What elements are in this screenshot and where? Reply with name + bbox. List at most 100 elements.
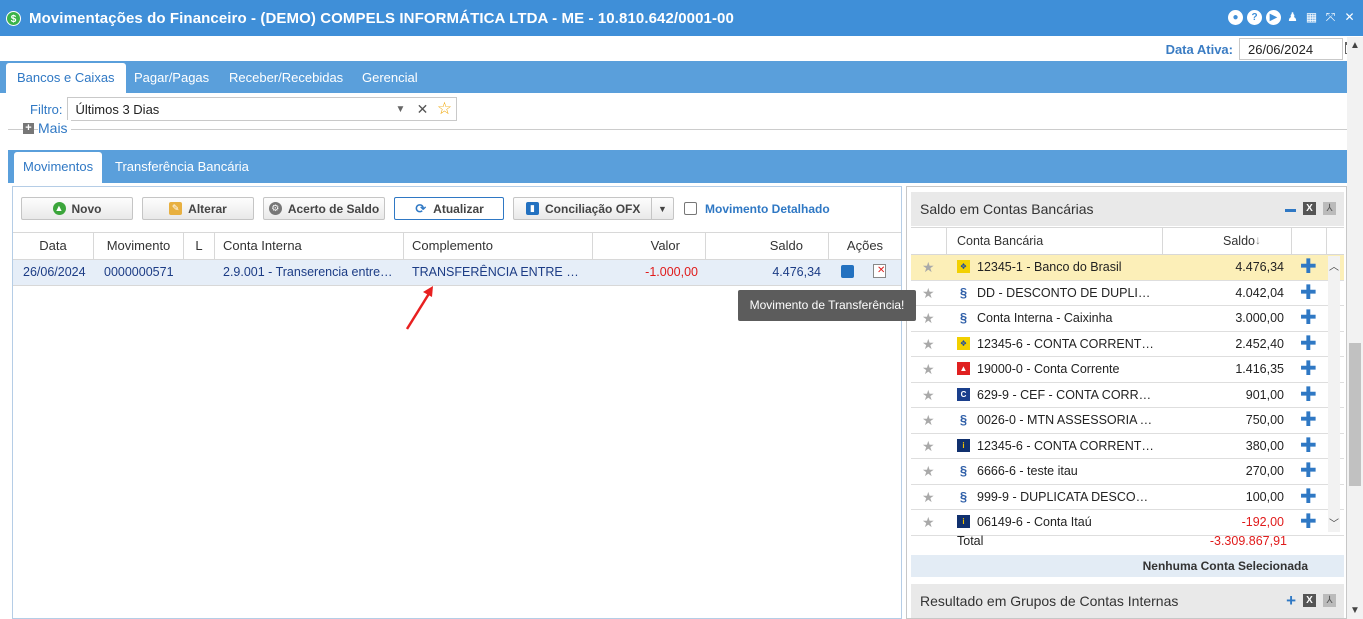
add-plus-icon[interactable]: ✚ bbox=[1300, 257, 1317, 277]
conciliacao-ofx-button[interactable]: ▮ Conciliação OFX ▼ bbox=[513, 197, 674, 220]
list-item[interactable]: ★ ▲ 19000-0 - Conta Corrente 1.416,35 ✚ bbox=[911, 357, 1344, 383]
add-plus-icon[interactable]: ✚ bbox=[1300, 487, 1317, 507]
add-plus-icon[interactable]: ✚ bbox=[1300, 461, 1317, 481]
add-plus-icon[interactable]: ✚ bbox=[1300, 359, 1317, 379]
novo-button[interactable]: ▲ Novo bbox=[21, 197, 133, 220]
filter-value[interactable]: Últimos 3 Dias bbox=[68, 102, 390, 117]
sort-down-icon[interactable]: ↓ bbox=[1255, 233, 1261, 247]
col-data[interactable]: Data bbox=[13, 233, 94, 260]
col-saldo[interactable]: Saldo bbox=[706, 233, 829, 260]
bank-logo-icon: § bbox=[959, 412, 968, 427]
add-plus-icon[interactable]: ✚ bbox=[1300, 334, 1317, 354]
favorite-star-icon[interactable]: ★ bbox=[922, 336, 935, 353]
total-row: Total -3.309.867,91 bbox=[911, 532, 1321, 552]
add-plus-icon[interactable]: ✚ bbox=[1300, 308, 1317, 328]
col-complemento[interactable]: Complemento bbox=[404, 233, 593, 260]
favorite-star-icon[interactable]: ☆ bbox=[434, 99, 456, 119]
excel-icon[interactable]: X bbox=[1303, 594, 1316, 607]
no-account-selected: Nenhuma Conta Selecionada bbox=[911, 555, 1344, 577]
fullscreen-icon[interactable]: ⤧ bbox=[1323, 10, 1338, 25]
list-item[interactable]: ★ § DD - DESCONTO DE DUPLICATAS 4.042,04 ✚ bbox=[911, 281, 1344, 306]
table-row[interactable]: 26/06/2024 0000000571 2.9.001 - Transere… bbox=[13, 260, 901, 286]
col-conta-bancaria[interactable]: Conta Bancária bbox=[947, 228, 1163, 255]
col-conta-interna[interactable]: Conta Interna bbox=[215, 233, 404, 260]
col-valor[interactable]: Valor bbox=[593, 233, 706, 260]
list-item[interactable]: ★ C 629-9 - CEF - CONTA CORRENTE 901,00 ✚ bbox=[911, 383, 1344, 408]
bell-icon[interactable]: ♟ bbox=[1285, 10, 1300, 25]
add-plus-icon[interactable]: ✚ bbox=[1300, 283, 1317, 303]
cell-conta-interna: 2.9.001 - Transerencia entre contas bbox=[223, 265, 404, 279]
add-plus-icon[interactable]: ✚ bbox=[1300, 512, 1317, 532]
col-l[interactable]: L bbox=[184, 233, 215, 260]
list-item[interactable]: ★ § Conta Interna - Caixinha 3.000,00 ✚ bbox=[911, 306, 1344, 332]
tab-gerencial[interactable]: Gerencial bbox=[351, 63, 429, 93]
list-item[interactable]: ★ § 6666-6 - teste itau 270,00 ✚ bbox=[911, 459, 1344, 485]
play-icon[interactable]: ▶ bbox=[1266, 10, 1281, 25]
alterar-button[interactable]: ✎ Alterar bbox=[142, 197, 254, 220]
more-filters-label[interactable]: Mais bbox=[38, 120, 71, 136]
tab-receber-recebidas[interactable]: Receber/Recebidas bbox=[218, 63, 354, 93]
excel-icon[interactable]: X bbox=[1303, 202, 1316, 215]
plus-icon[interactable]: + bbox=[23, 123, 34, 134]
favorite-star-icon[interactable]: ★ bbox=[922, 259, 935, 276]
scroll-up-icon[interactable]: ︿ bbox=[1328, 258, 1340, 273]
acerto-saldo-button[interactable]: ⚙ Acerto de Saldo bbox=[263, 197, 385, 220]
add-plus-icon[interactable]: ✚ bbox=[1300, 410, 1317, 430]
col-add bbox=[1292, 228, 1327, 255]
stop-icon[interactable]: ● bbox=[1228, 10, 1243, 25]
favorite-star-icon[interactable]: ★ bbox=[922, 285, 935, 302]
favorite-star-icon[interactable]: ★ bbox=[922, 361, 935, 378]
scroll-thumb[interactable] bbox=[1349, 343, 1361, 486]
balances-table: Conta Bancária Saldo ↓ ★ ❖ 12345-1 - Banco… bbox=[911, 227, 1344, 536]
list-item[interactable]: ★ § 0026-0 - MTN ASSESSORIA ADM 750,00 ✚ bbox=[911, 408, 1344, 434]
tab-movimentos[interactable]: Movimentos bbox=[14, 152, 103, 183]
balances-scrollbar[interactable]: ︿ ﹀ bbox=[1328, 256, 1340, 532]
list-item[interactable]: ★ ❖ 12345-6 - CONTA CORRENTE BB 2.452,40 ✚ bbox=[911, 332, 1344, 357]
add-plus-icon[interactable]: ✚ bbox=[1300, 436, 1317, 456]
clear-filter-icon[interactable]: ✕ bbox=[412, 101, 434, 118]
scroll-up-icon[interactable]: ▲ bbox=[1350, 40, 1360, 51]
close-icon[interactable]: ✕ bbox=[1342, 10, 1357, 25]
chevron-down-icon[interactable]: ▼ bbox=[651, 198, 673, 219]
movimento-detalhado-checkbox[interactable]: Movimento Detalhado bbox=[684, 197, 830, 220]
chevron-down-icon[interactable]: ▼ bbox=[390, 104, 412, 115]
favorite-star-icon[interactable]: ★ bbox=[922, 489, 935, 506]
filter-row: Filtro: Últimos 3 Dias ▼ ✕ ☆ bbox=[30, 97, 457, 121]
favorite-star-icon[interactable]: ★ bbox=[922, 463, 935, 480]
pdf-icon[interactable]: ⅄ bbox=[1323, 202, 1336, 215]
list-item[interactable]: ★ § 999-9 - DUPLICATA DESCONTADA 100,00 ✚ bbox=[911, 485, 1344, 510]
balances-table-header: Conta Bancária Saldo ↓ bbox=[911, 227, 1344, 255]
delete-document-icon[interactable] bbox=[873, 264, 886, 278]
checkbox-box[interactable] bbox=[684, 202, 697, 215]
saldo-panel-title: Saldo em Contas Bancárias bbox=[920, 201, 1094, 217]
favorite-star-icon[interactable]: ★ bbox=[922, 514, 935, 531]
cell-saldo: 4.476,34 bbox=[772, 265, 821, 279]
col-movimento[interactable]: Movimento bbox=[94, 233, 184, 260]
expand-plus-icon[interactable]: + bbox=[1286, 592, 1296, 609]
list-item[interactable]: ★ i 12345-6 - CONTA CORRENTE ITAU 380,00 ✚ bbox=[911, 434, 1344, 459]
help-icon[interactable]: ? bbox=[1247, 10, 1262, 25]
total-label: Total bbox=[957, 534, 984, 548]
tab-transferencia-bancaria[interactable]: Transferência Bancária bbox=[106, 152, 258, 183]
calendar-icon[interactable]: ▦ bbox=[1304, 10, 1319, 25]
favorite-star-icon[interactable]: ★ bbox=[922, 310, 935, 327]
favorite-star-icon[interactable]: ★ bbox=[922, 412, 935, 429]
tab-pagar-pagas[interactable]: Pagar/Pagas bbox=[123, 63, 220, 93]
movimento-detalhado-label[interactable]: Movimento Detalhado bbox=[705, 202, 830, 216]
tab-bancos-e-caixas[interactable]: Bancos e Caixas bbox=[6, 63, 126, 93]
minimize-icon[interactable] bbox=[1285, 209, 1296, 212]
more-filters-toggle[interactable]: + Mais bbox=[8, 120, 1347, 136]
page-scrollbar[interactable]: ▲ ▼ bbox=[1347, 37, 1363, 619]
atualizar-button[interactable]: ⟳ Atualizar bbox=[394, 197, 504, 220]
favorite-star-icon[interactable]: ★ bbox=[922, 438, 935, 455]
active-date-field[interactable]: 26/06/2024 bbox=[1239, 38, 1343, 60]
add-plus-icon[interactable]: ✚ bbox=[1300, 385, 1317, 405]
pdf-icon[interactable]: ⅄ bbox=[1323, 594, 1336, 607]
bank-transfer-icon[interactable] bbox=[841, 265, 854, 278]
filter-select[interactable]: Últimos 3 Dias ▼ ✕ ☆ bbox=[66, 97, 457, 121]
col-saldo-header[interactable]: Saldo bbox=[1163, 228, 1292, 255]
scroll-down-icon[interactable]: ▼ bbox=[1350, 605, 1360, 616]
list-item[interactable]: ★ ❖ 12345-1 - Banco do Brasil 4.476,34 ✚ bbox=[911, 255, 1344, 281]
scroll-down-icon[interactable]: ﹀ bbox=[1328, 515, 1340, 530]
favorite-star-icon[interactable]: ★ bbox=[922, 387, 935, 404]
